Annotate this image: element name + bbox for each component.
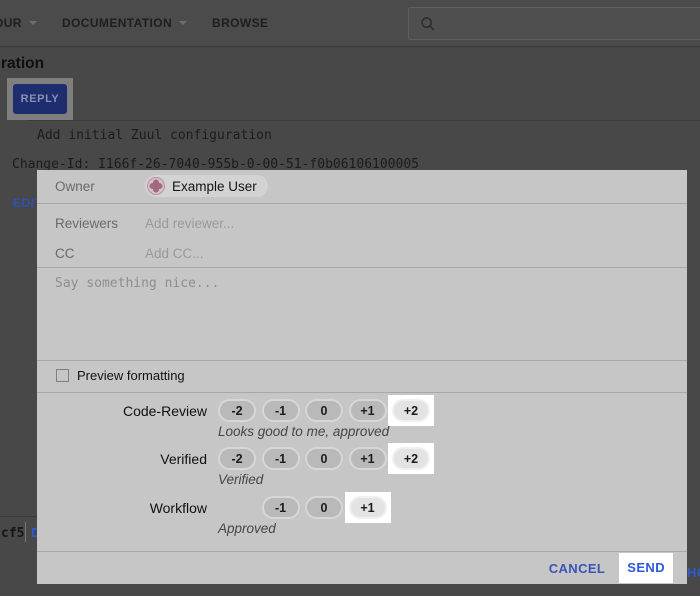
vote-buttons: -10 +1	[218, 492, 391, 523]
avatar	[147, 177, 165, 195]
preview-formatting-checkbox[interactable]	[56, 369, 69, 382]
nav-item-our[interactable]: OUR	[0, 0, 37, 46]
vote-code-review-+1[interactable]: +1	[349, 399, 387, 422]
vote-highlight-box: +2	[388, 443, 434, 474]
change-title-fragment: ration	[1, 55, 44, 73]
search-box[interactable]	[408, 7, 700, 40]
section-divider	[37, 392, 687, 393]
vote-description: Approved	[218, 521, 276, 536]
add-reviewer-input[interactable]: Add reviewer...	[145, 216, 234, 231]
vote-description: Verified	[218, 472, 263, 487]
vote-label: Verified	[37, 451, 207, 467]
table-border	[0, 516, 37, 517]
vote-code-review--2[interactable]: -2	[218, 399, 256, 422]
vote-verified--1[interactable]: -1	[262, 447, 300, 470]
cancel-button[interactable]: CANCEL	[549, 561, 606, 576]
vote-verified-+2[interactable]: +2	[392, 447, 430, 470]
top-nav-bar: OUR DOCUMENTATION BROWSE	[0, 0, 700, 47]
vote-row-workflow: Workflow -10 +1	[37, 492, 391, 523]
vote-row-code-review: Code-Review -2 -10 +1+2	[37, 395, 434, 426]
reviewers-label: Reviewers	[55, 216, 118, 231]
vote-highlight-box: +2	[388, 395, 434, 426]
owner-label: Owner	[55, 179, 95, 194]
vote-workflow--1[interactable]: -1	[262, 496, 300, 519]
vote-highlight-box: +1	[345, 492, 391, 523]
nav-item-label: OUR	[0, 16, 22, 30]
vote-code-review--1[interactable]: -1	[262, 399, 300, 422]
commit-message: Add initial Zuul configuration	[37, 128, 272, 143]
content-divider	[28, 120, 700, 121]
vote-verified-+1[interactable]: +1	[349, 447, 387, 470]
vote-code-review-0[interactable]: 0	[305, 399, 343, 422]
vote-buttons: -2 -10 +1+2	[218, 395, 434, 426]
chevron-down-icon	[179, 21, 187, 25]
nav-item-browse[interactable]: BROWSE	[212, 0, 268, 46]
nav-item-documentation[interactable]: DOCUMENTATION	[62, 0, 187, 46]
patchset-sha-fragment: cf5	[1, 526, 24, 541]
reply-dialog: Owner Example User Reviewers Add reviewe…	[37, 170, 687, 584]
vote-workflow-+1[interactable]: +1	[349, 496, 387, 519]
chevron-down-icon	[29, 21, 37, 25]
vertical-separator	[25, 522, 26, 542]
vote-workflow-0[interactable]: 0	[305, 496, 343, 519]
background-link-fragment[interactable]: HO	[687, 565, 700, 580]
nav-item-label: BROWSE	[212, 16, 268, 30]
vote-code-review-+2[interactable]: +2	[392, 399, 430, 422]
vote-verified-0[interactable]: 0	[305, 447, 343, 470]
section-divider	[37, 360, 687, 361]
preview-formatting-row: Preview formatting	[56, 362, 185, 388]
add-cc-input[interactable]: Add CC...	[145, 246, 204, 261]
section-divider	[37, 203, 687, 204]
vote-label: Code-Review	[37, 403, 207, 419]
vote-row-verified: Verified -2 -10 +1+2	[37, 443, 434, 474]
vote-description: Looks good to me, approved	[218, 424, 389, 439]
owner-chip[interactable]: Example User	[145, 175, 268, 197]
nav-item-label: DOCUMENTATION	[62, 16, 172, 30]
section-divider	[37, 267, 687, 268]
preview-formatting-label: Preview formatting	[77, 368, 185, 383]
reply-message-textarea[interactable]: Say something nice...	[55, 276, 219, 291]
dialog-footer: CANCEL SEND	[37, 552, 687, 584]
cc-label: CC	[55, 246, 75, 261]
vote-label: Workflow	[37, 500, 207, 516]
gerrit-change-screen: OUR DOCUMENTATION BROWSE ration REPLY Add …	[0, 0, 700, 596]
search-input[interactable]	[444, 16, 700, 31]
search-icon	[420, 16, 436, 32]
send-highlight-box: SEND	[619, 553, 673, 583]
owner-name: Example User	[172, 179, 257, 194]
send-button[interactable]: SEND	[627, 560, 665, 575]
reply-button[interactable]: REPLY	[13, 84, 67, 114]
vote-verified--2[interactable]: -2	[218, 447, 256, 470]
vote-buttons: -2 -10 +1+2	[218, 443, 434, 474]
